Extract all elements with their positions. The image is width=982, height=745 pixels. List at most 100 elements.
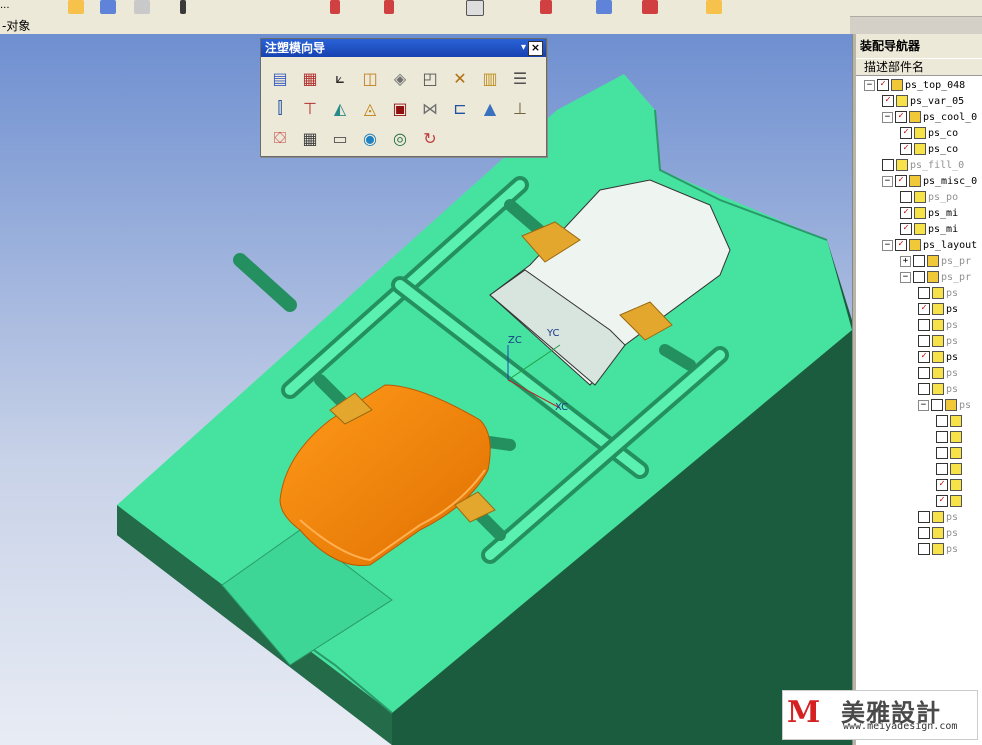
tree-node[interactable]: − ✓ ps_layout	[882, 238, 977, 254]
visibility-checkbox[interactable]: ✓	[900, 207, 912, 219]
tree-node[interactable]: ps	[918, 542, 958, 558]
tree-node[interactable]: − ✓ ps_top_048	[864, 78, 965, 94]
visibility-checkbox[interactable]	[918, 527, 930, 539]
tree-node[interactable]: ✓ ps_co	[900, 142, 958, 158]
visibility-checkbox[interactable]: ✓	[936, 495, 948, 507]
layout-icon[interactable]: ◰	[418, 66, 442, 90]
visibility-checkbox[interactable]	[918, 511, 930, 523]
tree-node[interactable]: ps	[918, 334, 958, 350]
part-icon[interactable]	[100, 0, 116, 14]
tree-node[interactable]: ps	[918, 526, 958, 542]
tree-node[interactable]: ✓ ps_var_05	[882, 94, 964, 110]
tree-node[interactable]: ✓ ps_mi	[900, 222, 958, 238]
collapse-icon[interactable]: −	[918, 399, 929, 411]
tree-node[interactable]	[936, 414, 964, 430]
curve-icon[interactable]	[466, 0, 484, 16]
collapse-icon[interactable]: −	[882, 239, 893, 251]
column-header[interactable]: 描述部件名	[856, 58, 982, 76]
visibility-checkbox[interactable]	[918, 383, 930, 395]
visibility-checkbox[interactable]: ✓	[900, 127, 912, 139]
tree-node[interactable]: − ps_pr	[900, 270, 971, 286]
visibility-checkbox[interactable]	[936, 447, 948, 459]
tree-node[interactable]	[936, 446, 964, 462]
visibility-checkbox[interactable]: ✓	[895, 175, 907, 187]
visibility-checkbox[interactable]	[936, 415, 948, 427]
slider-icon[interactable]: ◭	[328, 96, 352, 120]
visibility-checkbox[interactable]: ✓	[882, 95, 894, 107]
visibility-checkbox[interactable]: ✓	[900, 143, 912, 155]
cursor-icon[interactable]	[68, 0, 84, 14]
visibility-checkbox[interactable]	[918, 335, 930, 347]
tree-node[interactable]: − ✓ ps_misc_0	[882, 174, 977, 190]
expand-icon[interactable]: +	[900, 255, 911, 267]
runner-icon[interactable]: ⋈	[418, 96, 442, 120]
bom-icon[interactable]: ▦	[298, 126, 322, 150]
tree-node[interactable]: ps_fill_0	[882, 158, 964, 174]
tree-node[interactable]: ✓	[936, 494, 964, 510]
visibility-checkbox[interactable]	[900, 191, 912, 203]
tree-node[interactable]: ✓ ps_co	[900, 126, 958, 142]
collapse-icon[interactable]: −	[864, 79, 875, 91]
tree-node[interactable]: − ps	[918, 398, 971, 414]
tools-icon[interactable]: ✕	[448, 66, 472, 90]
tree-node[interactable]: ✓ ps	[918, 302, 958, 318]
visibility-checkbox[interactable]	[918, 543, 930, 555]
collapse-icon[interactable]: −	[900, 271, 911, 283]
subinsert-icon[interactable]: ◬	[358, 96, 382, 120]
mold-base-icon[interactable]: ☰	[508, 66, 532, 90]
standard-parts-icon[interactable]: ⫿	[268, 96, 292, 120]
collapse-icon[interactable]: −	[882, 111, 893, 123]
project-init-icon[interactable]: ▤	[268, 66, 292, 90]
surface-icon[interactable]	[540, 0, 552, 14]
tree-node[interactable]	[936, 462, 964, 478]
view-manager-icon[interactable]: ◎	[388, 126, 412, 150]
tree-node[interactable]	[936, 430, 964, 446]
tree-node[interactable]: ps	[918, 286, 958, 302]
ejector-pin-icon[interactable]: ⊤	[298, 96, 322, 120]
visibility-checkbox[interactable]	[918, 319, 930, 331]
visibility-checkbox[interactable]	[931, 399, 943, 411]
visibility-checkbox[interactable]	[918, 287, 930, 299]
visibility-checkbox[interactable]: ✓	[877, 79, 889, 91]
mold-csys-icon[interactable]: ⟀	[328, 66, 352, 90]
parting-icon[interactable]: ▥	[478, 66, 502, 90]
tree-node[interactable]: ✓ ps_mi	[900, 206, 958, 222]
electrode-icon[interactable]: ▲	[478, 96, 502, 120]
unused-parts-icon[interactable]: ↻	[418, 126, 442, 150]
gate-icon[interactable]: ▣	[388, 96, 412, 120]
close-icon[interactable]: ×	[528, 41, 543, 56]
visibility-checkbox[interactable]	[882, 159, 894, 171]
visibility-checkbox[interactable]: ✓	[900, 223, 912, 235]
render-icon[interactable]	[706, 0, 722, 14]
visibility-checkbox[interactable]: ✓	[895, 239, 907, 251]
tree-node[interactable]: ✓ ps	[918, 350, 958, 366]
visibility-checkbox[interactable]	[918, 367, 930, 379]
tree-node[interactable]: + ps_pr	[900, 254, 971, 270]
shade-icon[interactable]	[642, 0, 658, 14]
shrinkage-icon[interactable]: ◫	[358, 66, 382, 90]
view-icon[interactable]	[134, 0, 150, 14]
visibility-checkbox[interactable]: ✓	[895, 111, 907, 123]
tree-node[interactable]: ps	[918, 318, 958, 334]
visibility-checkbox[interactable]: ✓	[918, 351, 930, 363]
tree-node[interactable]: ps_po	[900, 190, 958, 206]
visibility-checkbox[interactable]	[936, 463, 948, 475]
tree-node[interactable]: ✓	[936, 478, 964, 494]
family-mold-icon[interactable]: ▦	[298, 66, 322, 90]
tree-node[interactable]: ps	[918, 366, 958, 382]
wizard-menu-icon[interactable]: ▾	[521, 39, 526, 57]
tree-node[interactable]: ps	[918, 510, 958, 526]
workpiece-icon[interactable]: ◈	[388, 66, 412, 90]
edit-icon[interactable]	[384, 0, 394, 14]
visibility-checkbox[interactable]: ✓	[918, 303, 930, 315]
trim-icon[interactable]: ⊥	[508, 96, 532, 120]
collapse-icon[interactable]: −	[882, 175, 893, 187]
wizard-titlebar[interactable]: 注塑模向导 ▾ ×	[261, 39, 546, 57]
layer-icon[interactable]	[330, 0, 340, 14]
visibility-checkbox[interactable]	[913, 255, 925, 267]
tree-node[interactable]: ps	[918, 382, 958, 398]
visibility-checkbox[interactable]	[936, 431, 948, 443]
feature-icon[interactable]	[596, 0, 612, 14]
arrow-icon[interactable]	[180, 0, 186, 14]
visibility-checkbox[interactable]	[913, 271, 925, 283]
